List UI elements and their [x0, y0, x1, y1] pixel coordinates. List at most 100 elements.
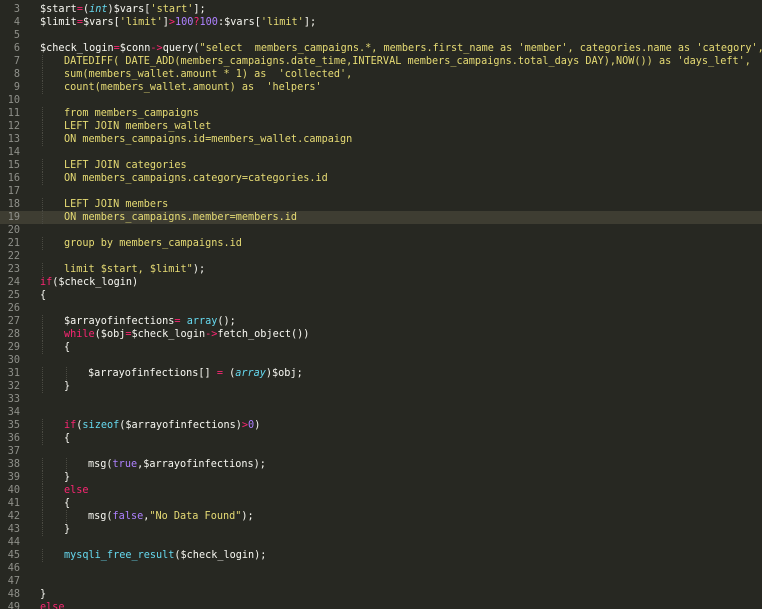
- line-number: 39: [7, 472, 20, 483]
- indent-guide: [42, 380, 43, 393]
- code-token: )$vars[: [107, 4, 151, 15]
- code-line[interactable]: 47: [0, 575, 762, 588]
- code-line[interactable]: 18 LEFT JOIN members: [0, 198, 762, 211]
- code-line[interactable]: 28 while($obj=$check_login->fetch_object(…: [0, 328, 762, 341]
- code-token: fetch_object()): [217, 329, 310, 340]
- code-line[interactable]: 30: [0, 354, 762, 367]
- code-line[interactable]: 42 msg(false,"No Data Found");: [0, 510, 762, 523]
- code-text: limit $start, $limit");: [64, 263, 205, 276]
- code-line[interactable]: 10: [0, 94, 762, 107]
- code-line[interactable]: 40 else: [0, 484, 762, 497]
- line-number: 37: [7, 446, 20, 457]
- code-text: sum(members_wallet.amount * 1) as 'colle…: [64, 68, 352, 81]
- code-line[interactable]: 12 LEFT JOIN members_wallet: [0, 120, 762, 133]
- code-line[interactable]: 31 $arrayofinfections[] = (array)$obj;: [0, 367, 762, 380]
- code-line[interactable]: 9 count(members_wallet.amount) as 'helper…: [0, 81, 762, 94]
- code-line[interactable]: 43}: [0, 523, 762, 536]
- line-number: 49: [7, 602, 20, 609]
- line-number: 4: [13, 17, 20, 28]
- code-token: }: [40, 589, 47, 600]
- code-token: "select members_campaigns.*, members.fir…: [199, 43, 762, 54]
- code-line[interactable]: 48}: [0, 588, 762, 601]
- line-number: 40: [7, 485, 20, 496]
- code-line[interactable]: 49 else: [0, 601, 762, 609]
- code-token: ($arrayofinfections): [119, 420, 242, 431]
- code-line[interactable]: 29 {: [0, 341, 762, 354]
- code-token: ->: [150, 43, 163, 54]
- code-token: msg(: [88, 511, 113, 522]
- code-lines[interactable]: 3 $start=(int)$vars['start']; 4 $limit=$var…: [0, 3, 762, 609]
- code-token: ->: [205, 329, 218, 340]
- line-number: 35: [7, 420, 20, 431]
- code-token: 'limit': [119, 17, 163, 28]
- code-token: :$vars[: [217, 17, 261, 28]
- code-line[interactable]: 13 ON members_campaigns.id=members_wallet…: [0, 133, 762, 146]
- code-line[interactable]: 17: [0, 185, 762, 198]
- code-line[interactable]: 16 ON members_campaigns.category=categori…: [0, 172, 762, 185]
- code-line[interactable]: 38 msg(true,$arrayofinfections);: [0, 458, 762, 471]
- indent-guide: [42, 263, 43, 276]
- code-line[interactable]: 33: [0, 393, 762, 406]
- line-number: 33: [7, 394, 20, 405]
- line-number: 8: [13, 69, 20, 80]
- code-line[interactable]: 23 limit $start, $limit");: [0, 263, 762, 276]
- code-line[interactable]: 41 {: [0, 497, 762, 510]
- code-token: count(members_wallet.amount) as 'helpers…: [64, 82, 322, 93]
- line-number: 21: [7, 238, 20, 249]
- code-text: mysqli_free_result($check_login);: [64, 549, 266, 562]
- indent-guide: [42, 471, 43, 484]
- code-token: $limit: [40, 17, 77, 28]
- code-line[interactable]: 46: [0, 562, 762, 575]
- line-number: 28: [7, 329, 20, 340]
- code-text: group by members_campaigns.id: [64, 237, 242, 250]
- code-token: $arrayofinfections: [64, 316, 175, 327]
- code-line[interactable]: 35 if(sizeof($arrayofinfections)>0): [0, 419, 762, 432]
- code-line[interactable]: 5: [0, 29, 762, 42]
- code-line[interactable]: 19 ON members_campaigns.member=members.id: [0, 211, 762, 224]
- code-line[interactable]: 3 $start=(int)$vars['start'];: [0, 3, 762, 16]
- indent-guide: [42, 484, 43, 497]
- code-line[interactable]: 34: [0, 406, 762, 419]
- code-token: ($check_login): [52, 277, 139, 288]
- code-line[interactable]: 27 $arrayofinfections= array();: [0, 315, 762, 328]
- code-line[interactable]: 20: [0, 224, 762, 237]
- code-token: $vars[: [82, 17, 120, 28]
- code-line[interactable]: 37: [0, 445, 762, 458]
- line-number: 34: [7, 407, 20, 418]
- line-number: 23: [7, 264, 20, 275]
- code-editor[interactable]: 3 $start=(int)$vars['start']; 4 $limit=$var…: [0, 0, 762, 609]
- indent-guide: [42, 172, 43, 185]
- code-line[interactable]: 36 {: [0, 432, 762, 445]
- code-token: }: [64, 524, 71, 535]
- code-line[interactable]: 44: [0, 536, 762, 549]
- code-line[interactable]: 26: [0, 302, 762, 315]
- code-text: $arrayofinfections[] = (array)$obj;: [88, 367, 303, 380]
- code-line[interactable]: 39}: [0, 471, 762, 484]
- code-token: group by members_campaigns.id: [64, 238, 242, 249]
- code-token: false: [112, 511, 144, 522]
- indent-guide: [66, 367, 67, 380]
- code-text: }: [64, 523, 70, 536]
- code-line[interactable]: 25 {: [0, 289, 762, 302]
- code-line[interactable]: 32}: [0, 380, 762, 393]
- code-line[interactable]: 14: [0, 146, 762, 159]
- indent-guide: [42, 328, 43, 341]
- code-line[interactable]: 6 $check_login=$conn->query("select membe…: [0, 42, 762, 55]
- code-text: $start=(int)$vars['start'];: [40, 3, 206, 16]
- line-number: 10: [7, 95, 20, 106]
- code-line[interactable]: 7 DATEDIFF( DATE_ADD(members_campaigns.da…: [0, 55, 762, 68]
- code-text: LEFT JOIN categories: [64, 159, 187, 172]
- code-line[interactable]: 21 group by members_campaigns.id: [0, 237, 762, 250]
- code-line[interactable]: 24 if($check_login): [0, 276, 762, 289]
- code-token: 100: [174, 17, 194, 28]
- code-token: ON members_campaigns.id=members_wallet.c…: [64, 134, 353, 145]
- code-token: $conn: [119, 43, 151, 54]
- code-line[interactable]: 4 $limit=$vars['limit']>100?100:$vars['li…: [0, 16, 762, 29]
- line-number: 7: [13, 56, 20, 67]
- code-line[interactable]: 45 mysqli_free_result($check_login);: [0, 549, 762, 562]
- code-line[interactable]: 15 LEFT JOIN categories: [0, 159, 762, 172]
- code-line[interactable]: 8 sum(members_wallet.amount * 1) as 'coll…: [0, 68, 762, 81]
- code-line[interactable]: 11 from members_campaigns: [0, 107, 762, 120]
- code-line[interactable]: 22: [0, 250, 762, 263]
- line-number: 27: [7, 316, 20, 327]
